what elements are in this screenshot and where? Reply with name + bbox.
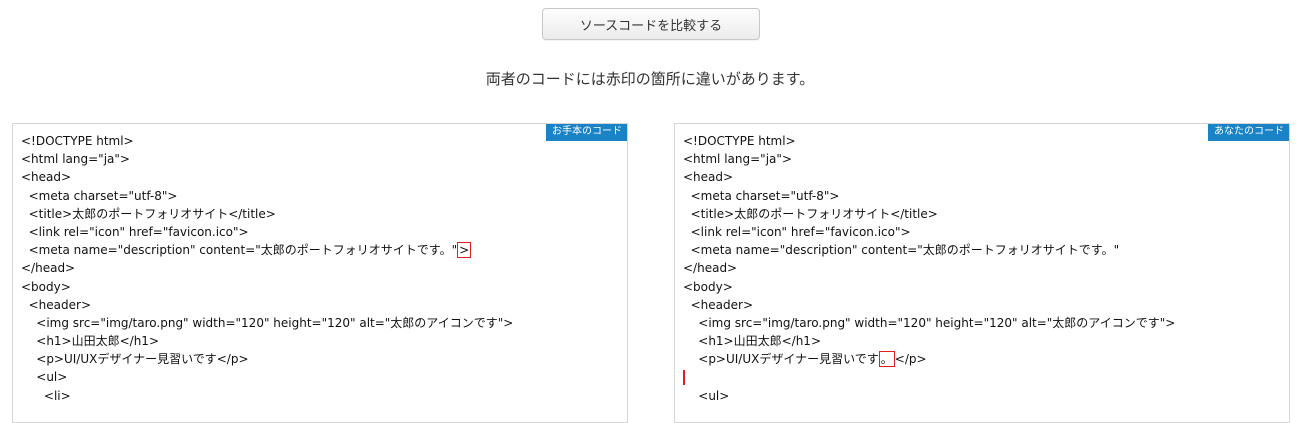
code-line: <html lang="ja">	[21, 152, 130, 167]
code-line: <meta charset="utf-8">	[21, 188, 178, 203]
compare-source-button[interactable]: ソースコードを比較する	[542, 8, 760, 40]
code-line: <link rel="icon" href="favicon.ico">	[21, 224, 249, 239]
code-line: <header>	[21, 297, 92, 312]
code-line: <meta charset="utf-8">	[683, 188, 840, 203]
code-line: <li>	[21, 388, 71, 403]
model-code-panel[interactable]: お手本のコード <!DOCTYPE html> <html lang="ja">…	[12, 123, 628, 423]
code-line-text: <meta name="description" content="太郎のポート…	[21, 243, 458, 258]
code-line: <img src="img/taro.png" width="120" heig…	[683, 315, 1176, 330]
diff-marker: >	[457, 242, 472, 259]
code-line: <header>	[683, 297, 754, 312]
code-line: <meta name="description" content="太郎のポート…	[21, 241, 513, 259]
code-line: <h1>山田太郎</h1>	[21, 334, 160, 349]
user-code-block: <!DOCTYPE html> <html lang="ja"> <head> …	[683, 132, 1175, 405]
code-line	[683, 368, 1175, 386]
code-line: <body>	[21, 279, 71, 294]
code-line: <img src="img/taro.png" width="120" heig…	[21, 315, 514, 330]
code-line: <ul>	[683, 388, 730, 403]
code-line-text: </p>	[894, 352, 927, 367]
diff-message: 両者のコードには赤印の箇所に違いがあります。	[485, 70, 815, 88]
code-line: <title>太郎のポートフォリオサイト</title>	[21, 206, 276, 221]
code-line: <p>UI/UXデザイナー見習いです</p>	[21, 352, 249, 367]
code-line: <p>UI/UXデザイナー見習いです。 </p>	[683, 350, 1175, 368]
code-line: <ul>	[21, 370, 68, 385]
code-line: <head>	[683, 170, 734, 185]
code-line: <body>	[683, 279, 733, 294]
code-line: <h1>山田太郎</h1>	[683, 334, 822, 349]
code-line: <head>	[21, 170, 72, 185]
code-line-text: <p>UI/UXデザイナー見習いです	[683, 352, 879, 367]
diff-marker: 。	[878, 351, 895, 368]
code-line: <!DOCTYPE html>	[21, 134, 134, 148]
code-line: </head>	[21, 261, 76, 276]
code-line: <link rel="icon" href="favicon.ico">	[683, 224, 911, 239]
code-line: <title>太郎のポートフォリオサイト</title>	[683, 206, 938, 221]
user-code-tag: あなたのコード	[1208, 124, 1289, 141]
model-code-block: <!DOCTYPE html> <html lang="ja"> <head> …	[21, 132, 513, 405]
code-line: <html lang="ja">	[683, 152, 792, 167]
user-code-panel[interactable]: あなたのコード <!DOCTYPE html> <html lang="ja">…	[674, 123, 1290, 423]
code-line: </head>	[683, 261, 738, 276]
model-code-tag: お手本のコード	[546, 124, 627, 141]
code-line: <!DOCTYPE html>	[683, 134, 796, 148]
diff-bar-marker	[683, 370, 685, 386]
code-line: <meta name="description" content="太郎のポート…	[683, 243, 1120, 258]
